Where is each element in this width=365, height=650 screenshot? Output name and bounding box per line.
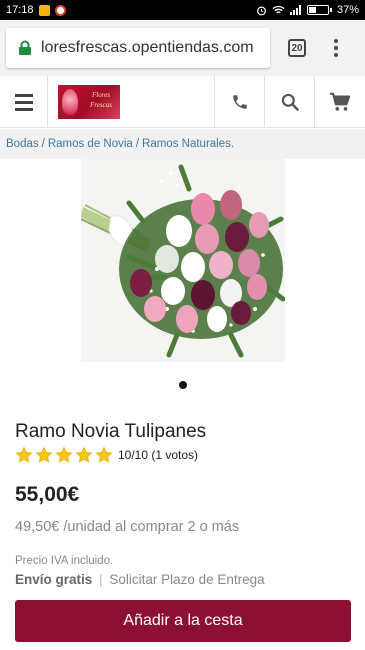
- browser-menu-icon[interactable]: [334, 39, 338, 57]
- logo-text: Flores Frescas: [90, 91, 112, 109]
- star-icon: [75, 446, 93, 463]
- battery-icon: [306, 5, 332, 15]
- shipping-info: Envío gratis | Solicitar Plazo de Entreg…: [15, 572, 265, 587]
- signal-icon: [289, 5, 302, 15]
- lock-icon: [19, 40, 31, 55]
- site-header: Flores Frescas: [0, 76, 365, 128]
- search-icon: [281, 93, 299, 111]
- vat-note: Precio IVA incluido.: [15, 555, 114, 567]
- url-bar[interactable]: loresfrescas.opentiendas.com: [6, 28, 270, 68]
- rating-stars: [15, 446, 113, 464]
- star-icon: [35, 446, 53, 463]
- product-rating: 10/10 (1 votos): [15, 446, 198, 464]
- cart-button[interactable]: [315, 76, 365, 128]
- status-bar: 17:18 37%: [0, 0, 365, 20]
- chrome-notification-icon: [54, 4, 66, 16]
- breadcrumb-link-ramos-naturales[interactable]: Ramos Naturales.: [142, 138, 234, 150]
- product-image[interactable]: [81, 159, 285, 362]
- battery-percent: 37%: [336, 4, 359, 16]
- delivery-request-link[interactable]: Solicitar Plazo de Entrega: [109, 572, 264, 587]
- star-icon: [55, 446, 73, 463]
- rating-score: 10/10: [118, 448, 149, 462]
- site-logo: Flores Frescas: [58, 85, 120, 119]
- alarm-icon: [256, 5, 267, 16]
- battery-fill: [308, 7, 316, 13]
- free-shipping-label: Envío gratis: [15, 572, 93, 587]
- notification-app-icon: [38, 4, 50, 16]
- menu-icon: [14, 93, 33, 111]
- phone-button[interactable]: [215, 76, 265, 128]
- product-title: Ramo Novia Tulipanes: [15, 421, 207, 442]
- breadcrumb-separator: /: [41, 138, 45, 150]
- url-text: loresfrescas.opentiendas.com: [41, 39, 254, 56]
- phone-icon: [232, 95, 247, 109]
- breadcrumb-separator: /: [135, 138, 140, 150]
- bouquet-illustration: [81, 159, 285, 362]
- add-to-cart-button[interactable]: Añadir a la cesta: [15, 600, 351, 642]
- breadcrumb-link-bodas[interactable]: Bodas: [6, 138, 39, 150]
- quantity-discount-price: 49,50€ /unidad al comprar 2 o más: [15, 519, 240, 535]
- tab-switcher-button[interactable]: 20: [288, 39, 306, 57]
- search-button[interactable]: [265, 76, 315, 128]
- logo-link[interactable]: Flores Frescas: [48, 76, 215, 128]
- shipping-separator: |: [99, 572, 103, 587]
- star-icon: [95, 446, 113, 463]
- status-time: 17:18: [6, 4, 34, 16]
- wifi-icon: [272, 5, 285, 15]
- breadcrumb: Bodas / Ramos de Novia / Ramos Naturales…: [0, 129, 365, 159]
- cart-icon: [330, 92, 351, 111]
- breadcrumb-link-ramos-de-novia[interactable]: Ramos de Novia: [48, 138, 133, 150]
- star-icon: [15, 446, 33, 463]
- menu-button[interactable]: [0, 76, 48, 128]
- rating-summary: 10/10 (1 votos): [118, 448, 198, 462]
- browser-toolbar: loresfrescas.opentiendas.com 20: [0, 20, 365, 76]
- rating-votes: (1 votos): [151, 448, 199, 462]
- carousel-dot-active[interactable]: [179, 381, 187, 389]
- product-price: 55,00€: [15, 483, 80, 506]
